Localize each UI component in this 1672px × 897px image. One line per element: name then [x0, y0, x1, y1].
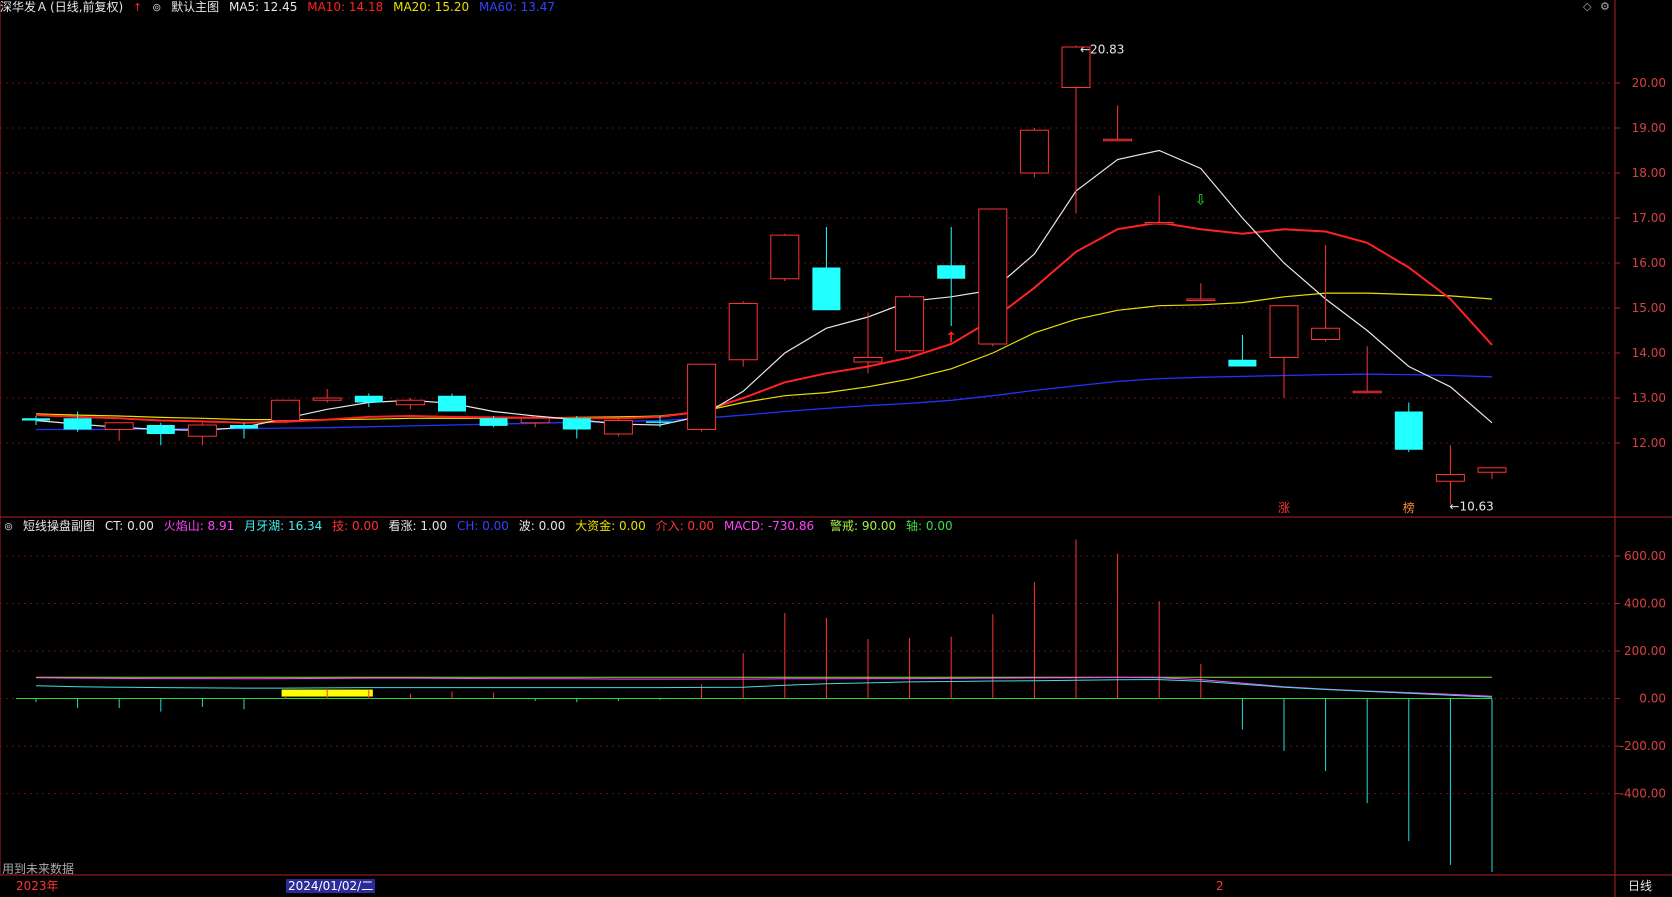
sub-tick-label: 200.00 — [1624, 644, 1666, 658]
chart-window: 深华发Ａ (日线,前复权) ↑ ⊚ 默认主图 MA5: 12.45 MA10: 1… — [0, 0, 1672, 897]
main-tick-label: 14.00 — [1632, 346, 1666, 360]
candle — [271, 399, 301, 423]
high-price-label: ←20.83 — [1080, 43, 1124, 57]
candle — [1019, 128, 1049, 178]
buy-arrow-icon: ↑ — [945, 330, 957, 346]
candle-body — [1019, 129, 1049, 174]
candle-body — [978, 208, 1008, 345]
candle-body — [646, 421, 674, 423]
main-tick-label: 12.00 — [1632, 436, 1666, 450]
candle-body — [1186, 298, 1216, 301]
candle-body — [63, 418, 92, 430]
date-cursor-label: 2024/01/02/二 — [286, 879, 376, 893]
candle — [1061, 45, 1091, 214]
candle — [770, 233, 800, 281]
main-tick-label: 18.00 — [1632, 166, 1666, 180]
candle-body — [1394, 411, 1423, 450]
period-tab[interactable]: 日线 — [1628, 879, 1652, 893]
year-label: 2023年 — [16, 879, 59, 893]
main-tick-label: 16.00 — [1632, 256, 1666, 270]
candle-body — [104, 422, 134, 430]
sub-tick-label: -400.00 — [1620, 787, 1666, 801]
tag-bang: 榜 — [1403, 500, 1415, 515]
main-tick-label: 19.00 — [1632, 121, 1666, 135]
candle-body — [146, 425, 175, 434]
sub-tick-label: 600.00 — [1624, 549, 1666, 563]
candle-body — [1269, 305, 1299, 358]
month-label: 2 — [1216, 879, 1224, 893]
sub-tick-label: 400.00 — [1624, 597, 1666, 611]
chart-canvas[interactable]: ◇ ⚙ 12.00 13.00 14.00 15.00 16.00 17.00 18.00 19.… — [0, 0, 1672, 897]
candle-body — [1311, 327, 1341, 340]
candle — [312, 389, 342, 403]
candle — [937, 227, 966, 326]
tag-zhang: 涨 — [1278, 500, 1290, 515]
candle-body — [937, 265, 966, 279]
candle-body — [271, 399, 301, 421]
candle — [395, 398, 425, 410]
candle — [22, 416, 50, 425]
sub-tick-label: 0.00 — [1639, 692, 1666, 706]
candle-body — [187, 424, 217, 437]
ma5-line — [35, 149, 1493, 432]
low-price-label: ←10.63 — [1449, 500, 1493, 514]
candle — [354, 393, 383, 407]
diamond-icon: ◇ — [1583, 0, 1592, 13]
candle — [1435, 445, 1465, 505]
candle — [146, 422, 175, 446]
candle-body — [562, 418, 591, 430]
candle-body — [1435, 474, 1465, 482]
candle-body — [479, 418, 508, 426]
main-tick-label: 15.00 — [1632, 301, 1666, 315]
main-tick-label: 17.00 — [1632, 211, 1666, 225]
candle — [978, 208, 1008, 347]
candle — [687, 363, 717, 432]
candle — [1394, 402, 1423, 452]
candle — [1103, 105, 1133, 142]
candle-body — [1228, 359, 1257, 367]
candle-body — [770, 234, 800, 280]
candle — [728, 301, 758, 367]
candle-body — [354, 395, 383, 403]
candle-body — [1103, 138, 1133, 142]
candle — [1144, 195, 1174, 225]
candle — [1228, 335, 1257, 367]
main-tick-label: 13.00 — [1632, 391, 1666, 405]
candle-body — [520, 417, 550, 424]
candle — [895, 294, 925, 353]
candle — [187, 422, 217, 446]
candle-body — [895, 296, 925, 352]
candle-body — [438, 395, 466, 412]
candle — [438, 393, 466, 412]
candle-body — [1352, 390, 1382, 394]
candle — [230, 422, 258, 439]
candle-body — [395, 399, 425, 406]
candle — [812, 227, 841, 311]
candle-body — [603, 420, 633, 435]
ma60-line — [36, 373, 1493, 431]
candle-body — [853, 357, 883, 363]
candle-body — [728, 303, 758, 361]
candle — [1477, 467, 1507, 479]
candle — [562, 416, 591, 439]
candle-body — [22, 418, 50, 421]
candle-body — [1477, 467, 1507, 473]
candle-body — [812, 267, 841, 311]
candle — [104, 422, 134, 441]
sub-tick-label: -200.00 — [1620, 739, 1666, 753]
candle-body — [230, 425, 258, 429]
candle — [1269, 305, 1299, 398]
candle-body — [1144, 222, 1174, 225]
future-data-note: 用到未来数据 — [2, 862, 75, 876]
main-tick-label: 20.00 — [1632, 76, 1666, 90]
settings-icon: ⚙ — [1600, 0, 1610, 13]
candle — [1186, 283, 1216, 302]
yueyahu-line — [35, 679, 1493, 698]
candle — [603, 418, 633, 437]
sell-arrow-icon: ⇩ — [1195, 193, 1207, 209]
candle-body — [312, 397, 342, 401]
candle-body — [687, 363, 717, 430]
